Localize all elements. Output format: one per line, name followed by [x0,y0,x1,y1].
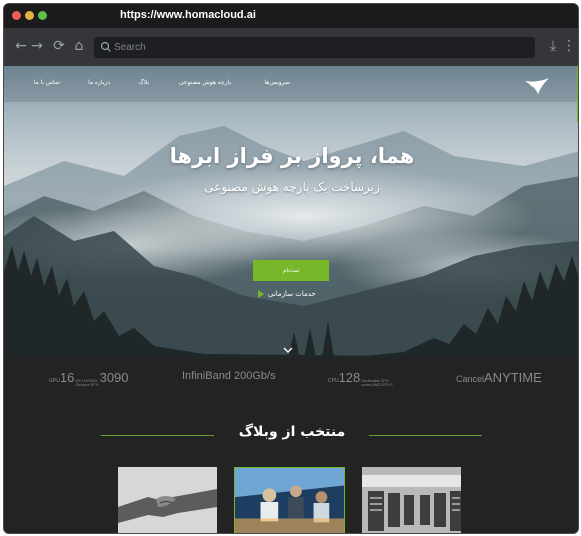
site-navigation: سرویس‌ها پارچه هوش مصنوعی بلاگ درباره ما… [4,66,578,102]
address-input[interactable] [114,39,514,56]
datacenter-image [362,467,461,533]
hero-title: هما، پرواز بر فراز ابرها [169,144,415,168]
nav-item-blog[interactable]: بلاگ [138,79,149,86]
services-link-label: خدمات سازمانی [268,290,316,298]
browser-titlebar: https://www.homacloud.ai [4,4,578,28]
back-arrow-icon[interactable]: ← [13,38,29,54]
maximize-window-button[interactable] [38,11,47,20]
stat-cpu: CPU 128 Dedicated CPU cores AMD EPYC [328,370,393,387]
blog-thumb-datacenter[interactable] [362,467,461,533]
nav-item-ai-fabric[interactable]: پارچه هوش مصنوعی [179,79,231,86]
search-icon [100,41,111,52]
forward-arrow-icon[interactable]: → [29,38,45,54]
bird-logo-icon[interactable] [524,77,550,95]
play-arrow-icon [258,290,264,298]
nav-item-about[interactable]: درباره ما [88,79,110,86]
home-icon[interactable]: ⌂ [71,38,87,54]
enterprise-services-link[interactable]: خدمات سازمانی [258,290,316,298]
address-bar[interactable] [94,37,535,58]
browser-window: https://www.homacloud.ai ← → ⟳ ⌂ ⤓ ⋮ [3,3,579,534]
chevron-down-icon[interactable] [283,347,293,353]
browser-toolbar: ← → ⟳ ⌂ ⤓ ⋮ [4,28,578,66]
blog-thumb-team[interactable] [234,467,345,533]
download-icon[interactable]: ⤓ [545,38,561,54]
hero-section: سرویس‌ها پارچه هوش مصنوعی بلاگ درباره ما… [4,66,578,358]
stat-infiniband: InfiniBand 200Gb/s [182,370,276,382]
blog-heading: منتخب از وبلاگ [238,424,346,440]
stat-cancel: Cancel ANYTIME [456,370,542,385]
signup-button[interactable]: ثبت‌نام [253,260,329,281]
menu-dots-icon[interactable]: ⋮ [561,38,577,54]
page-viewport: سرویس‌ها پارچه هوش مصنوعی بلاگ درباره ما… [4,66,578,533]
blog-thumb-handshake[interactable] [118,467,217,533]
nav-item-contact[interactable]: تماس با ما [34,79,60,86]
team-meeting-image [235,468,344,533]
reload-icon[interactable]: ⟳ [51,38,67,54]
hero-subtitle: زیرساخت یک پارچه هوش مصنوعی [204,180,380,194]
minimize-window-button[interactable] [25,11,34,20]
stat-gpu: GPU 16 GX H100SA Geforce RTX 3090 [49,370,129,387]
window-title: https://www.homacloud.ai [120,9,256,21]
close-window-button[interactable] [12,11,21,20]
blog-section: منتخب از وبلاگ [4,398,578,533]
nav-item-services[interactable]: سرویس‌ها [264,79,290,86]
handshake-image [118,467,217,533]
mountain-forest-background [4,66,578,358]
stats-bar: GPU 16 GX H100SA Geforce RTX 3090 InfiniB… [4,358,578,398]
